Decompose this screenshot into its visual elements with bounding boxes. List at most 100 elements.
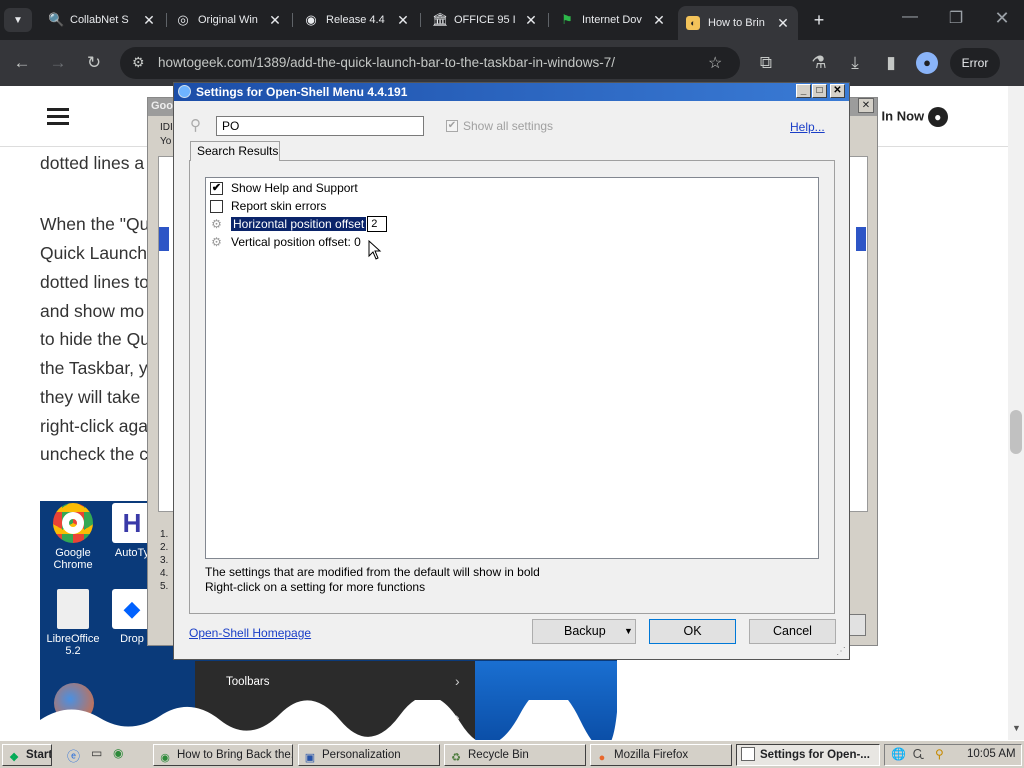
setting-report-skin-errors[interactable]: Report skin errors — [210, 198, 326, 214]
article-line: Quick Launch — [40, 243, 148, 263]
close-icon[interactable]: ✕ — [142, 12, 156, 29]
tab-release[interactable]: ◉ Release 4.4 ✕ — [296, 6, 418, 34]
tab-how-to-bring[interactable]: ◐ How to Brin ✕ — [678, 6, 798, 40]
settings-dialog: Settings for Open-Shell Menu 4.4.191 _ □… — [173, 82, 850, 660]
site-info-icon[interactable]: ⚙ — [132, 54, 145, 71]
chrome-icon — [53, 503, 93, 543]
tab-collabnet[interactable]: 🔍 CollabNet S ✕ — [40, 6, 164, 34]
window-icon — [741, 747, 755, 761]
setting-vertical-position-offset[interactable]: ⚙ Vertical position offset: 0 — [210, 234, 361, 250]
flag-icon: ⚑ — [561, 12, 573, 27]
tab-internet-dov[interactable]: ⚑ Internet Dov ✕ — [552, 6, 674, 34]
open-shell-homepage-link[interactable]: Open-Shell Homepage — [189, 626, 311, 640]
side-panel-icon[interactable]: ▮ — [880, 52, 902, 74]
menu-hamburger-icon[interactable] — [47, 108, 69, 126]
article-line: dotted lines a — [40, 153, 145, 173]
close-icon[interactable]: ✕ — [830, 84, 845, 98]
close-icon[interactable]: ✕ — [652, 12, 666, 29]
page-scrollbar[interactable]: ▼ — [1008, 86, 1024, 740]
autotype-icon: H — [112, 503, 152, 543]
globe-icon: ◎ — [177, 12, 189, 27]
offset-edit-box[interactable]: 2 — [367, 216, 388, 232]
minimize-icon[interactable]: _ — [796, 84, 811, 98]
minimize-icon[interactable]: — — [896, 8, 924, 26]
browser-toolbar: ← → ↻ ⚙ howtogeek.com/1389/add-the-quick… — [0, 40, 1024, 86]
close-icon[interactable]: ✕ — [524, 12, 538, 29]
checkbox-checked-icon[interactable]: ✔ — [210, 181, 223, 195]
checkbox-unchecked-icon[interactable] — [210, 199, 223, 213]
show-desktop-icon[interactable]: ▭ — [91, 746, 102, 760]
close-window-icon[interactable]: ✕ — [988, 8, 1016, 29]
taskbar-item-personalization[interactable]: ▣ Personalization — [298, 744, 440, 766]
close-icon[interactable]: ✕ — [858, 98, 874, 113]
article-line: the Taskbar, y — [40, 358, 148, 378]
backup-button[interactable]: Backup ▼ — [532, 619, 636, 644]
help-link[interactable]: Help... — [790, 120, 825, 134]
tab-original-win[interactable]: ◎ Original Win ✕ — [168, 6, 290, 34]
extensions-icon[interactable]: ⧉ — [755, 52, 777, 74]
article-line: uncheck the c — [40, 444, 148, 464]
maximize-icon[interactable]: □ — [812, 84, 827, 98]
settings-tree[interactable]: ✔ Show Help and Support Report skin erro… — [205, 177, 819, 559]
dialog-title: Settings for Open-Shell Menu 4.4.191 — [196, 85, 408, 99]
url-text: howtogeek.com/1389/add-the-quick-launch-… — [158, 55, 615, 70]
search-tray-icon[interactable]: ⚲ — [935, 747, 944, 761]
new-tab-button[interactable]: + — [806, 6, 832, 34]
taskbar-item-settings[interactable]: Settings for Open-... — [736, 744, 880, 766]
chrome-quicklaunch-icon[interactable]: ◉ — [113, 746, 123, 760]
tab-search-dropdown[interactable]: ▼ — [4, 8, 32, 32]
setting-show-help-and-support[interactable]: ✔ Show Help and Support — [210, 180, 358, 196]
mouse-cursor-icon — [368, 240, 382, 260]
taskbar-item-chrome[interactable]: ◉ How to Bring Back the... — [153, 744, 293, 766]
tab-office95[interactable]: 🏛 OFFICE 95 I ✕ — [424, 6, 546, 34]
search-magnifier-icon: ⚲ — [190, 117, 201, 134]
setting-horizontal-position-offset[interactable]: ⚙ Horizontal position offset 2 — [210, 216, 388, 232]
article-line: dotted lines to — [40, 272, 149, 292]
profile-avatar-icon[interactable]: ● — [916, 52, 938, 74]
restore-icon[interactable]: ❐ — [942, 8, 970, 28]
clock[interactable]: 10:05 AM — [967, 748, 1016, 760]
close-icon[interactable]: ✕ — [268, 12, 282, 29]
taskbar-item-firefox[interactable]: ● Mozilla Firefox — [590, 744, 732, 766]
close-icon[interactable]: ✕ — [776, 15, 790, 32]
download-icon[interactable]: ⤓ — [844, 52, 866, 74]
desktop-icon-libreoffice: LibreOffice 5.2 — [40, 589, 108, 657]
search-icon: 🔍 — [48, 12, 65, 27]
dropbox-icon: ◆ — [112, 589, 152, 629]
scroll-thumb[interactable] — [1010, 410, 1022, 454]
article-line: they will take — [40, 387, 141, 407]
start-button[interactable]: ❖ Start — [2, 744, 52, 766]
htg-icon: ◐ — [686, 16, 700, 30]
address-bar[interactable]: ⚙ howtogeek.com/1389/add-the-quick-launc… — [120, 47, 740, 79]
close-icon[interactable]: ✕ — [396, 12, 410, 29]
forward-icon[interactable]: → — [47, 52, 69, 74]
ime-icon[interactable]: Ꮹ — [913, 747, 924, 762]
error-button[interactable]: Error — [950, 48, 1000, 78]
article-line: and show mo — [40, 301, 145, 321]
scroll-down-icon[interactable]: ▼ — [1012, 723, 1021, 733]
network-globe-icon[interactable]: 🌐 — [891, 747, 906, 761]
chrome-icon: ◉ — [160, 752, 170, 764]
dialog-titlebar[interactable]: Settings for Open-Shell Menu 4.4.191 _ □… — [174, 83, 849, 101]
ok-button[interactable]: OK — [649, 619, 736, 644]
menu-item-toolbars[interactable]: Toolbars — [226, 676, 269, 688]
show-all-settings-checkbox[interactable]: ✔ Show all settings — [446, 119, 553, 133]
tab-search-results[interactable]: Search Results — [190, 141, 280, 161]
checkmark-icon: ✔ — [446, 120, 458, 132]
taskbar: ❖ Start ⓔ ▭ ◉ ◉ How to Bring Back the... ▣… — [0, 740, 1024, 768]
reload-icon[interactable]: ↻ — [83, 52, 105, 74]
resize-grip-icon[interactable]: ⋰ — [836, 646, 848, 658]
open-shell-icon — [178, 85, 191, 98]
github-icon: ◉ — [305, 12, 317, 27]
browser-tab-strip: ▼ 🔍 CollabNet S ✕ ◎ Original Win ✕ ◉ Rel… — [0, 0, 1024, 40]
ie-icon[interactable]: ⓔ — [67, 746, 80, 765]
sign-in-link[interactable]: n In Now ● — [870, 107, 948, 127]
chevron-right-icon: › — [455, 673, 460, 689]
back-icon[interactable]: ← — [11, 52, 33, 74]
cancel-button[interactable]: Cancel — [749, 619, 836, 644]
gear-icon: ⚙ — [211, 216, 222, 231]
bookmark-star-icon[interactable]: ☆ — [708, 53, 722, 73]
search-input[interactable]: PO — [216, 116, 424, 136]
taskbar-item-recycle-bin[interactable]: ♻ Recycle Bin — [444, 744, 586, 766]
labs-icon[interactable]: ⚗ — [808, 52, 830, 74]
